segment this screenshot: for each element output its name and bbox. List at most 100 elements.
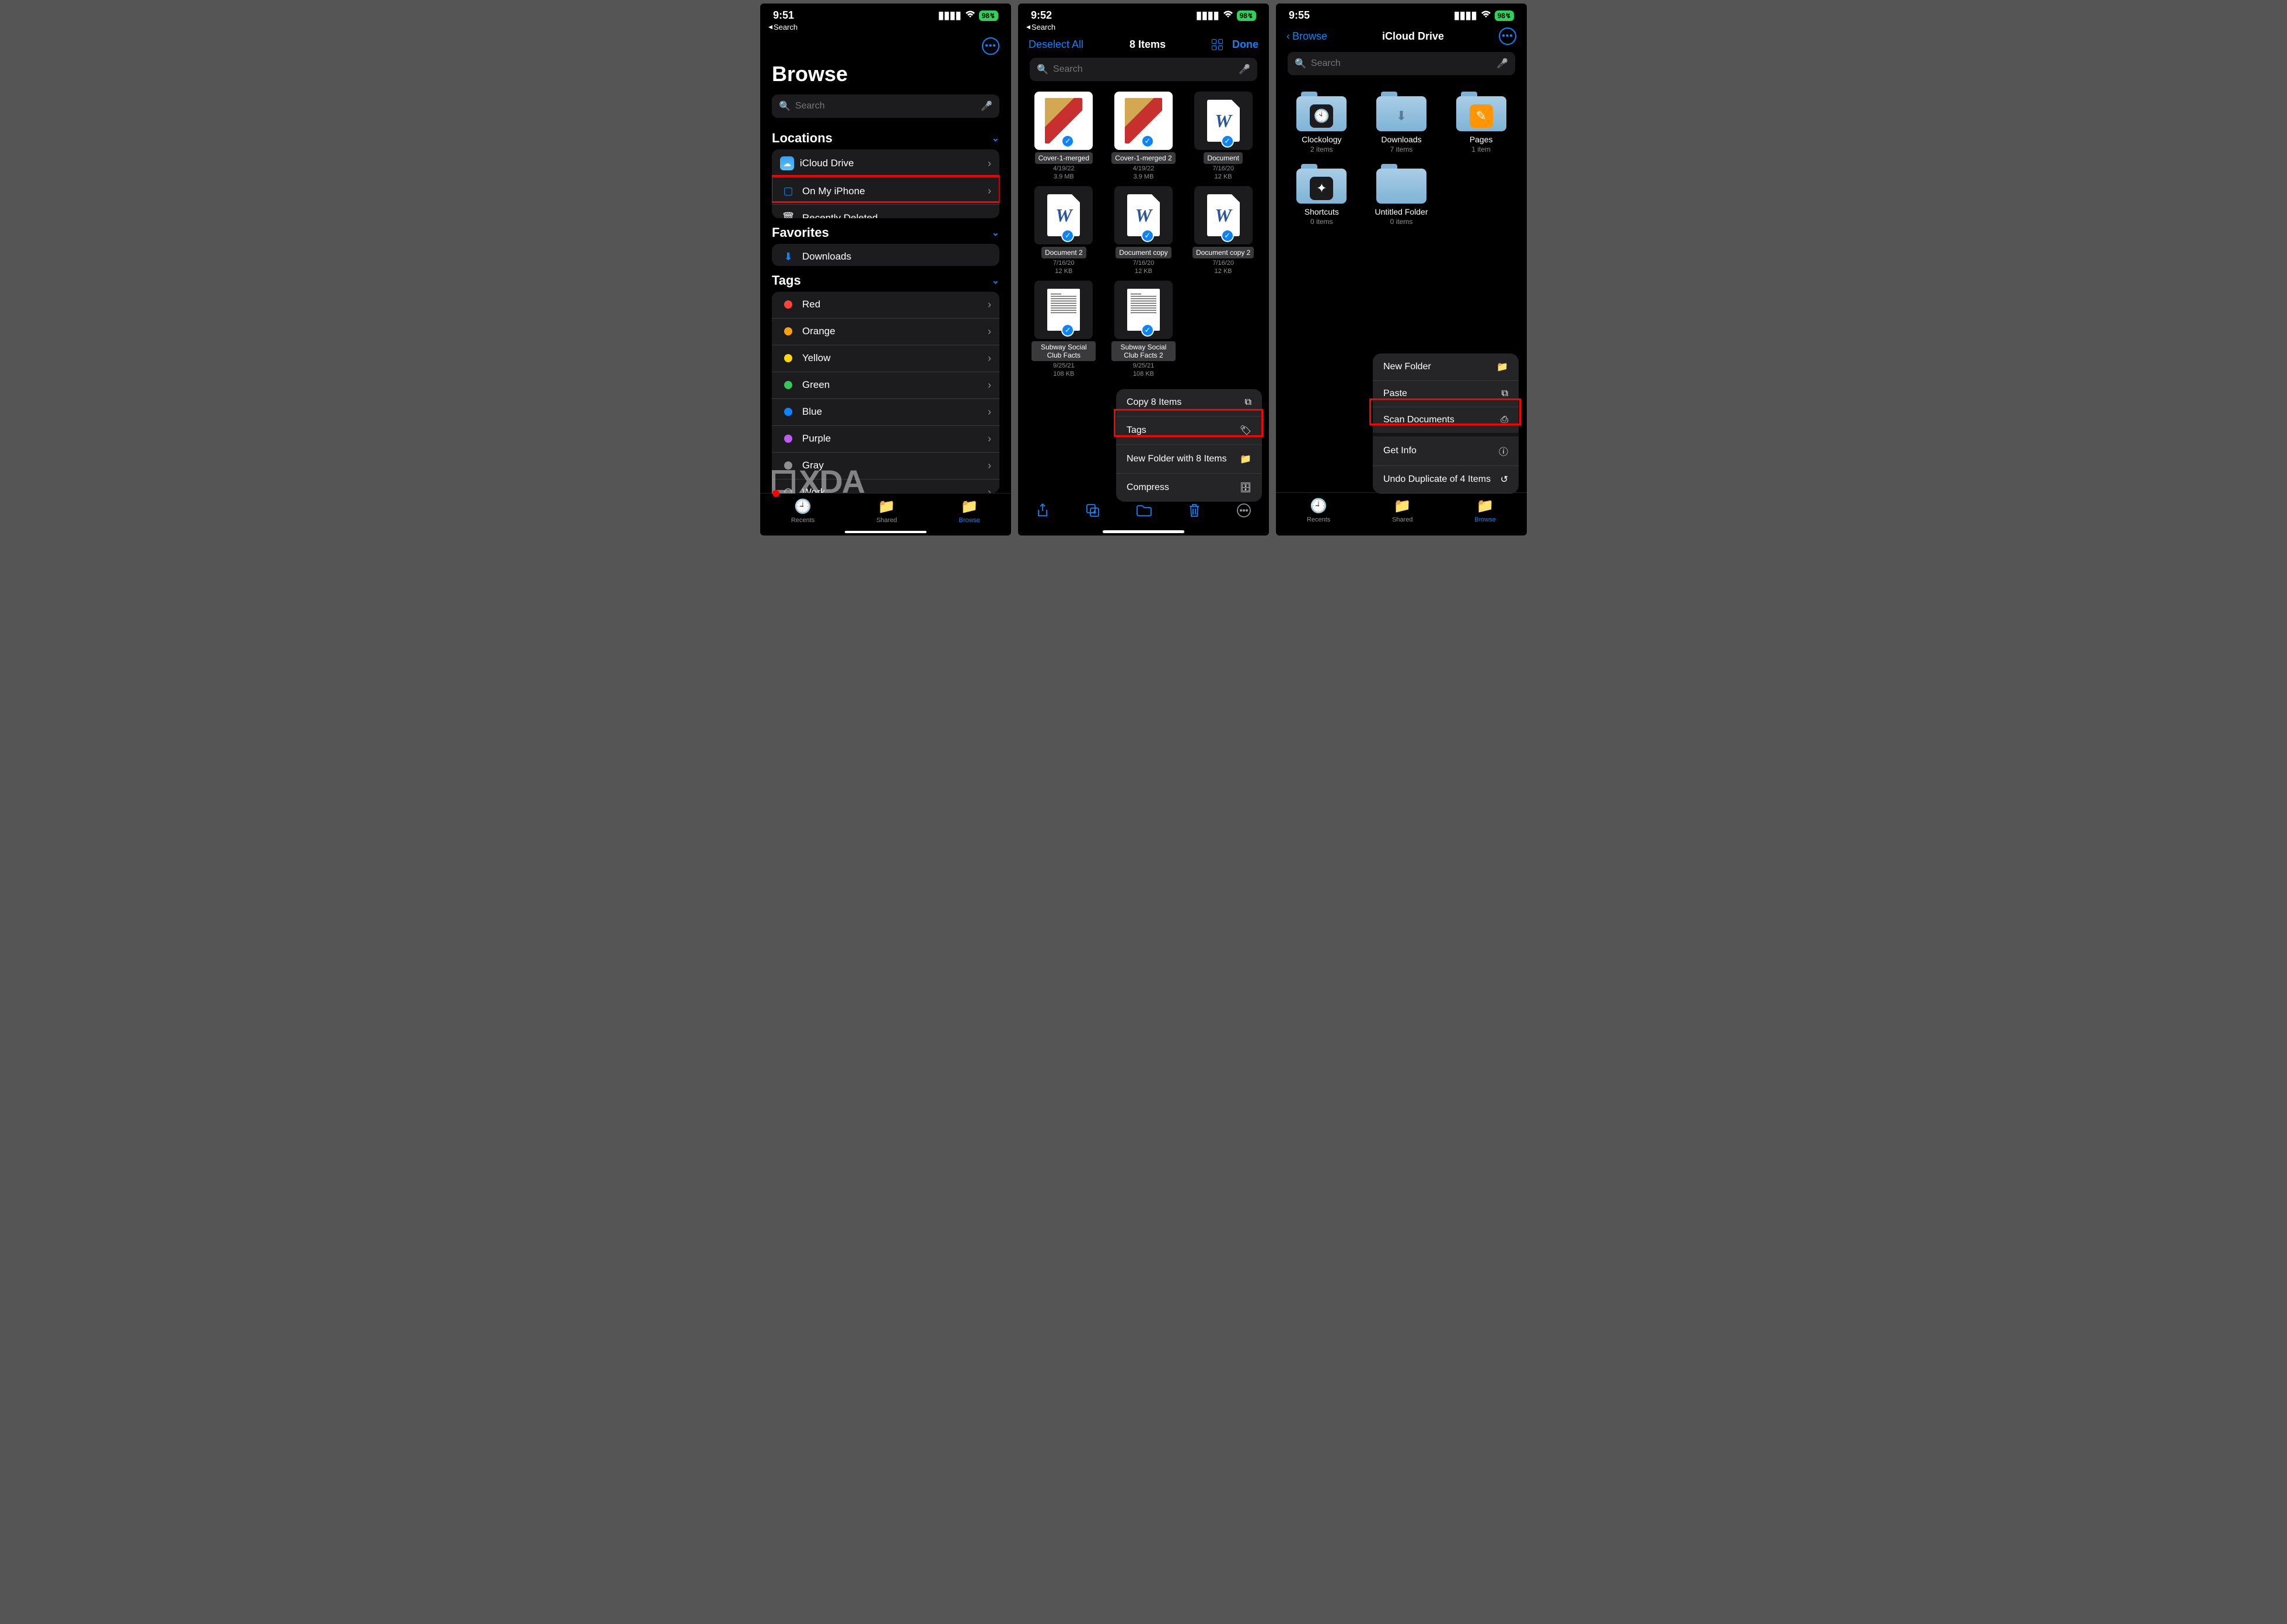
battery-icon: 98↯: [1237, 10, 1256, 21]
back-to-search[interactable]: Search: [1018, 23, 1269, 34]
mic-icon[interactable]: 🎤: [981, 100, 992, 112]
screen-icloud-drive: 9:55 ▮▮▮▮98↯ ‹Browse iCloud Drive ••• 🔍 …: [1276, 4, 1527, 536]
mic-icon[interactable]: 🎤: [1239, 64, 1250, 75]
search-field[interactable]: 🔍 🎤: [772, 94, 999, 118]
home-indicator: [1103, 530, 1184, 533]
context-scan[interactable]: Scan Documents⎙: [1373, 407, 1519, 436]
move-icon[interactable]: [1136, 504, 1152, 521]
context-paste[interactable]: Paste⧉: [1373, 381, 1519, 407]
search-icon: 🔍: [1037, 64, 1048, 75]
favorites-list: ⬇ Downloads: [772, 244, 999, 266]
tab-recents[interactable]: 🕘Recents: [1307, 498, 1330, 523]
folder-item[interactable]: Untitled Folder0 items: [1364, 164, 1439, 226]
file-item[interactable]: ✓Cover-1-merged4/19/223.9 MB: [1025, 92, 1103, 180]
location-on-my-iphone[interactable]: ▢ On My iPhone ›: [772, 178, 999, 205]
file-item[interactable]: W✓Document7/16/2012 KB: [1184, 92, 1262, 180]
share-icon[interactable]: [1036, 503, 1050, 522]
folder-plus-icon: 📁: [1496, 361, 1508, 373]
chevron-right-icon: ›: [988, 185, 991, 197]
tags-list: Red›Orange›Yellow›Green›Blue›Purple›Gray…: [772, 292, 999, 493]
tag-blue[interactable]: Blue›: [772, 399, 999, 426]
favorite-downloads[interactable]: ⬇ Downloads: [772, 244, 999, 266]
location-icloud[interactable]: ☁ iCloud Drive ›: [772, 149, 999, 178]
tab-bar: 🕘Recents 📁Shared 📁Browse: [1276, 492, 1527, 527]
nav-bar: ‹Browse iCloud Drive •••: [1276, 23, 1527, 50]
trash-icon[interactable]: [1188, 503, 1201, 522]
chevron-right-icon: ›: [988, 352, 991, 365]
duplicate-icon[interactable]: [1085, 503, 1100, 522]
folder-item[interactable]: ✦Shortcuts0 items: [1284, 164, 1359, 226]
search-input[interactable]: [1311, 58, 1492, 69]
folder-icon: [1376, 164, 1426, 204]
context-tag[interactable]: Tags🏷: [1116, 416, 1262, 445]
file-grid: ✓Cover-1-merged4/19/223.9 MB✓Cover-1-mer…: [1018, 87, 1269, 382]
search-field[interactable]: 🔍 🎤: [1288, 52, 1515, 75]
file-thumbnail: ✓: [1034, 92, 1093, 150]
chevron-right-icon: ›: [988, 406, 991, 418]
tag-gray[interactable]: Gray›: [772, 453, 999, 480]
tag-work[interactable]: Work›: [772, 480, 999, 493]
context-undo[interactable]: Undo Duplicate of 4 Items↺: [1373, 466, 1519, 494]
back-to-search[interactable]: Search: [760, 23, 1011, 34]
context-folder-plus[interactable]: New Folder with 8 Items📁: [1116, 445, 1262, 474]
mic-icon[interactable]: 🎤: [1496, 58, 1508, 69]
signal-icon: ▮▮▮▮: [1196, 9, 1219, 22]
context-folder-plus[interactable]: New Folder📁: [1373, 354, 1519, 381]
more-icon[interactable]: [1236, 503, 1251, 522]
back-button[interactable]: ‹Browse: [1286, 30, 1327, 43]
locations-list: ☁ iCloud Drive › ▢ On My iPhone › 🗑 Rece…: [772, 149, 999, 218]
tab-bar: 🕘Recents 📁Shared 📁Browse: [760, 493, 1011, 527]
context-copy[interactable]: Copy 8 Items⧉: [1116, 389, 1262, 416]
tags-header[interactable]: Tags ⌄: [760, 266, 1011, 292]
selected-check-icon: ✓: [1141, 324, 1154, 337]
undo-icon: ↺: [1501, 474, 1508, 485]
file-item[interactable]: ✓Cover-1-merged 24/19/223.9 MB: [1105, 92, 1183, 180]
chevron-right-icon: ›: [988, 487, 991, 493]
tag-dot-icon: [780, 488, 796, 493]
tab-browse[interactable]: 📁Browse: [959, 498, 980, 524]
tag-yellow[interactable]: Yellow›: [772, 345, 999, 372]
battery-icon: 98↯: [1495, 10, 1514, 21]
search-field[interactable]: 🔍 🎤: [1030, 58, 1257, 81]
more-button[interactable]: •••: [982, 37, 999, 55]
search-input[interactable]: [795, 101, 976, 111]
grid-view-icon[interactable]: [1212, 39, 1223, 50]
locations-header[interactable]: Locations ⌄: [760, 124, 1011, 149]
context-archive[interactable]: Compress🗄: [1116, 474, 1262, 502]
file-item[interactable]: W✓Document copy7/16/2012 KB: [1105, 186, 1183, 275]
selected-check-icon: ✓: [1141, 229, 1154, 242]
context-info[interactable]: Get Infoⓘ: [1373, 436, 1519, 466]
folder-item[interactable]: ⬇Downloads7 items: [1364, 92, 1439, 153]
file-item[interactable]: ✓Subway Social Club Facts9/25/21108 KB: [1025, 281, 1103, 377]
archive-icon: 🗄: [1240, 482, 1251, 494]
tab-browse[interactable]: 📁Browse: [1474, 498, 1496, 523]
clock-icon: 🕘: [1310, 498, 1327, 514]
tag-dot-icon: [780, 461, 796, 470]
file-item[interactable]: W✓Document copy 27/16/2012 KB: [1184, 186, 1262, 275]
tag-purple[interactable]: Purple›: [772, 426, 999, 453]
deselect-all-button[interactable]: Deselect All: [1029, 38, 1083, 51]
favorites-header[interactable]: Favorites ⌄: [760, 218, 1011, 244]
tab-shared[interactable]: 📁Shared: [876, 498, 897, 524]
file-item[interactable]: W✓Document 27/16/2012 KB: [1025, 186, 1103, 275]
done-button[interactable]: Done: [1232, 38, 1258, 51]
selected-check-icon: ✓: [1061, 135, 1074, 148]
folder-plus-icon: 📁: [1240, 453, 1251, 465]
tag-green[interactable]: Green›: [772, 372, 999, 399]
tag-red[interactable]: Red›: [772, 292, 999, 318]
shared-folder-icon: 📁: [878, 498, 896, 515]
tab-recents[interactable]: 🕘Recents: [791, 498, 814, 524]
tag-orange[interactable]: Orange›: [772, 318, 999, 345]
more-button[interactable]: •••: [1499, 27, 1516, 45]
status-time: 9:52: [1031, 9, 1052, 22]
copy-icon: ⧉: [1245, 397, 1251, 408]
tab-shared[interactable]: 📁Shared: [1392, 498, 1412, 523]
home-indicator: [845, 531, 926, 533]
search-input[interactable]: [1053, 64, 1234, 75]
folder-item[interactable]: ✎Pages1 item: [1443, 92, 1519, 153]
paste-icon: ⧉: [1502, 388, 1508, 399]
location-recently-deleted[interactable]: 🗑 Recently Deleted: [772, 205, 999, 218]
status-time: 9:55: [1289, 9, 1310, 22]
folder-item[interactable]: 🕙Clockology2 items: [1284, 92, 1359, 153]
file-item[interactable]: ✓Subway Social Club Facts 29/25/21108 KB: [1105, 281, 1183, 377]
